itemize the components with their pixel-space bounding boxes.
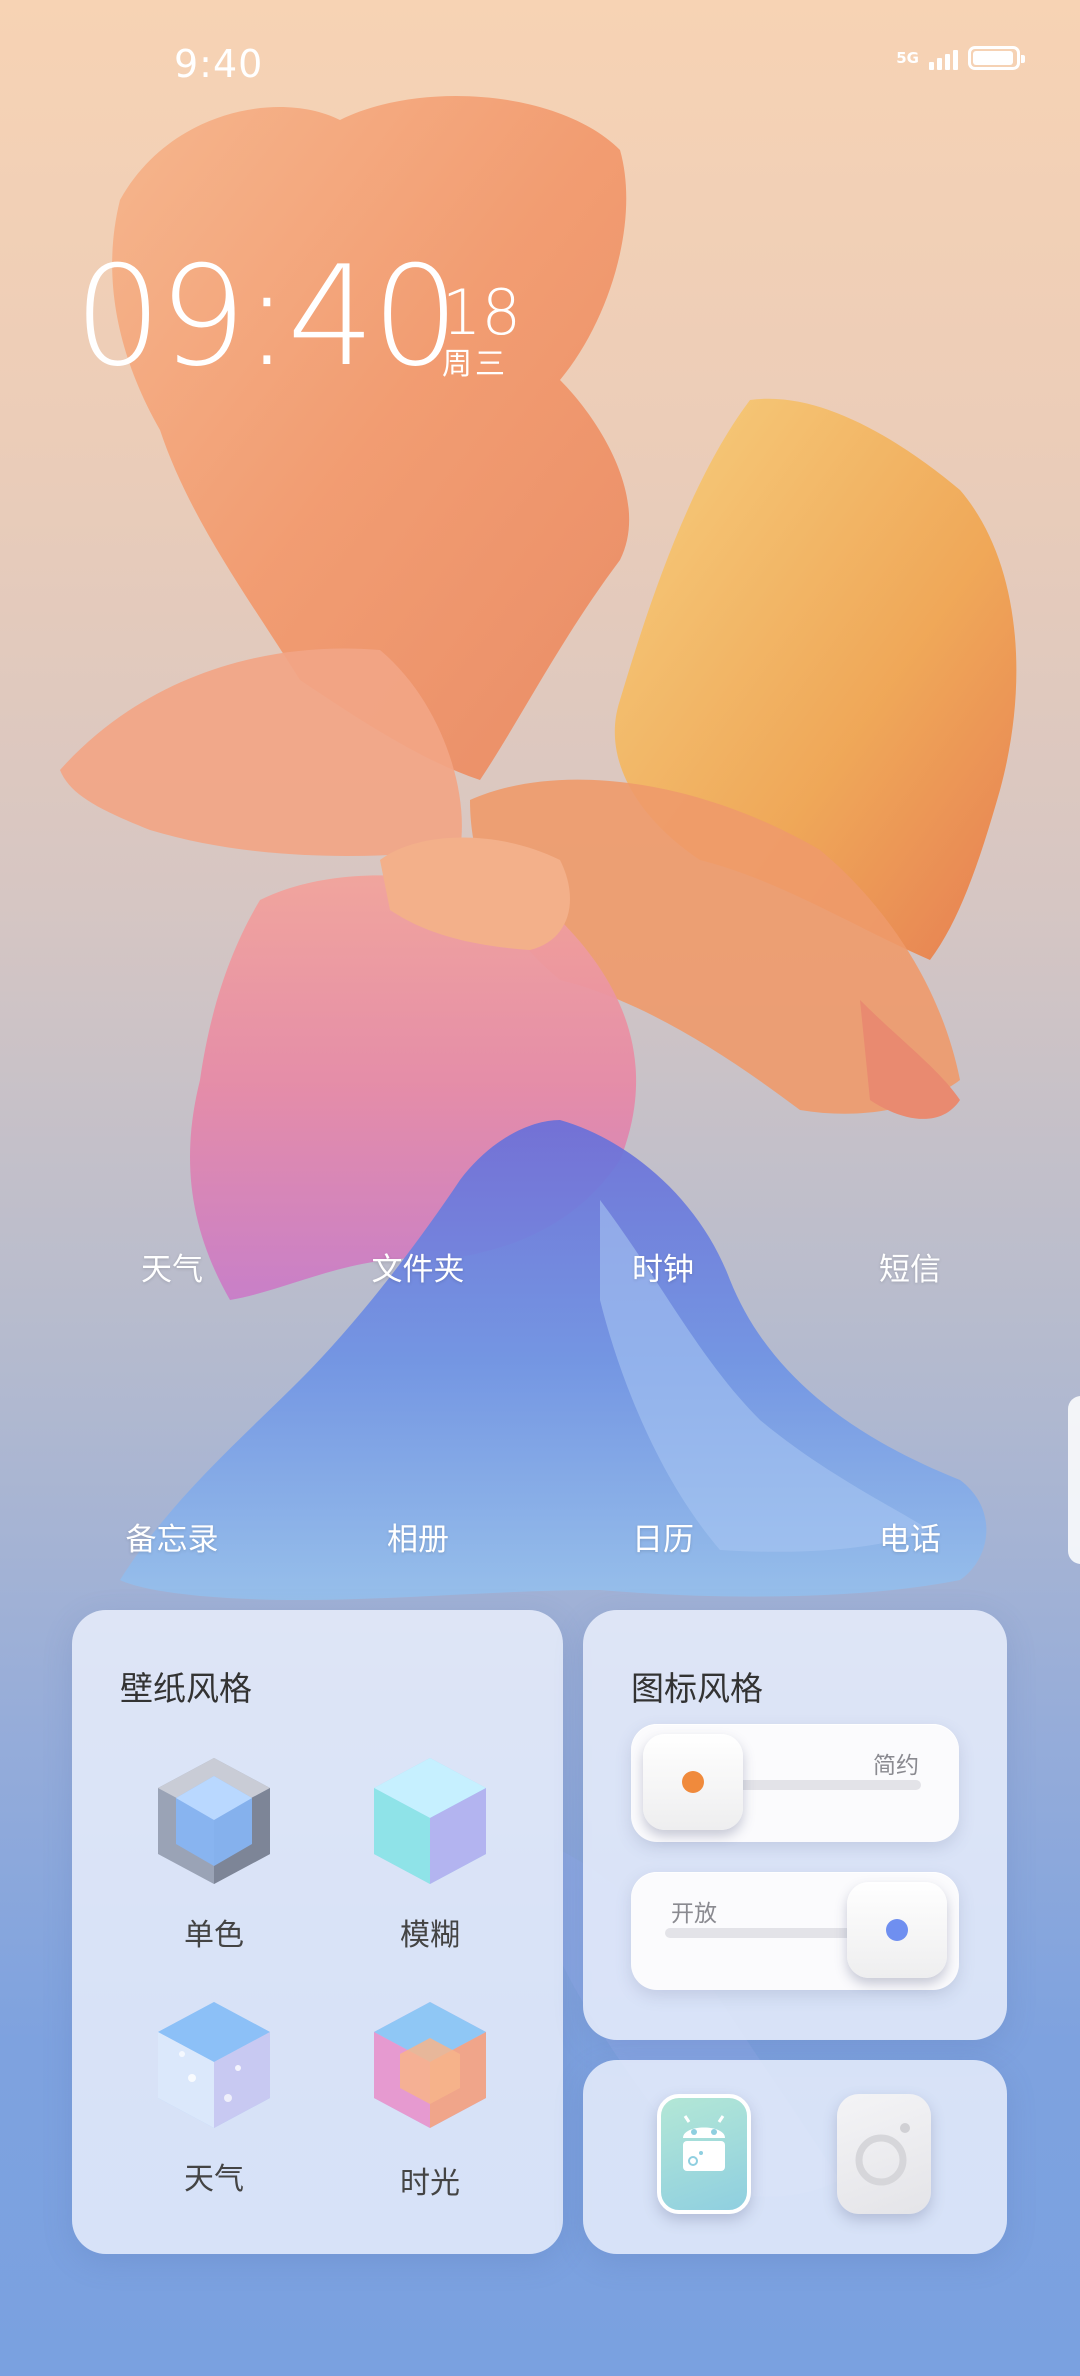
weather-cube-icon[interactable] (152, 1998, 276, 2132)
android-icon[interactable] (657, 2094, 751, 2214)
clock-time[interactable]: 09:40 (74, 248, 460, 386)
wallpaper-option-blur[interactable]: 模糊 (330, 1910, 530, 1954)
simple-style-dot (682, 1771, 704, 1793)
blur-cube-icon[interactable] (368, 1754, 492, 1888)
open-style-slider[interactable]: 开放 (631, 1872, 959, 1990)
camera-icon[interactable] (837, 2094, 931, 2214)
time-cube-icon[interactable] (368, 1998, 492, 2132)
battery-icon (968, 46, 1025, 70)
app-clock[interactable]: 时钟 (583, 1244, 743, 1289)
open-style-dot (886, 1919, 908, 1941)
app-gallery[interactable]: 相册 (338, 1514, 498, 1559)
network-type-label: 5G (896, 48, 919, 67)
status-bar-time: 9:40 (174, 42, 264, 86)
app-calendar[interactable]: 日历 (583, 1514, 743, 1559)
app-messages[interactable]: 短信 (830, 1244, 990, 1289)
simple-style-slider[interactable]: 简约 (631, 1724, 959, 1842)
icon-preview-card (583, 2060, 1007, 2254)
app-phone[interactable]: 电话 (830, 1514, 990, 1559)
wallpaper-style-card: 壁纸风格 单色 模糊 天气 时光 (72, 1610, 563, 2254)
status-bar-indicators: 5G (896, 46, 1025, 70)
icon-style-card: 图标风格 简约 开放 (583, 1610, 1007, 2040)
clock-date-day: 18 (442, 276, 521, 349)
open-style-knob[interactable] (847, 1882, 947, 1978)
open-style-label: 开放 (671, 1901, 717, 1927)
simple-style-knob[interactable] (643, 1734, 743, 1830)
wallpaper-option-weather[interactable]: 天气 (114, 2154, 314, 2198)
signal-icon (929, 46, 958, 70)
home-screen: 9:40 5G 09:40 18 周三 天气 文件夹 时钟 短信 备忘录 相册 … (0, 0, 1080, 2376)
wallpaper-style-title: 壁纸风格 (120, 1669, 252, 1708)
wallpaper-option-mono[interactable]: 单色 (114, 1910, 314, 1954)
wallpaper-option-time[interactable]: 时光 (330, 2158, 530, 2202)
icon-style-title: 图标风格 (631, 1669, 763, 1708)
app-folder[interactable]: 文件夹 (338, 1244, 498, 1289)
mono-cube-icon[interactable] (152, 1754, 276, 1888)
app-weather[interactable]: 天气 (92, 1244, 252, 1289)
app-notes[interactable]: 备忘录 (92, 1514, 252, 1559)
clock-weekday: 周三 (442, 347, 508, 382)
battery-level-fill (973, 51, 1013, 65)
simple-style-label: 简约 (873, 1753, 919, 1779)
edge-panel-handle[interactable] (1068, 1396, 1080, 1564)
